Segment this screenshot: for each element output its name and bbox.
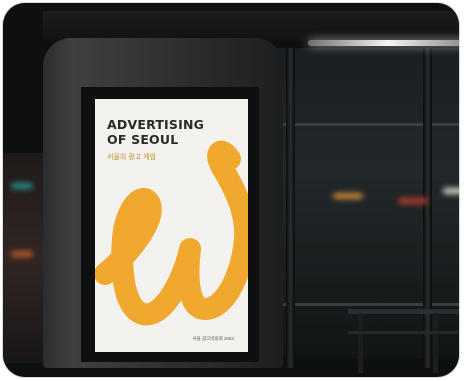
- bus-shelter-scene: ADVERTISING OF SEOUL 서울의 광고 게임 서울 광고박람회 …: [3, 3, 459, 377]
- poster-subtitle: 서울의 광고 게임: [107, 154, 156, 161]
- bench: [348, 309, 459, 373]
- shelter-roof: [43, 11, 459, 41]
- glass-post: [286, 48, 295, 368]
- poster-title: ADVERTISING OF SEOUL: [107, 117, 204, 147]
- street-light: [11, 183, 33, 189]
- poster-title-line1: ADVERTISING: [107, 117, 205, 132]
- poster-footer: 서울 광고박람회 2024: [192, 336, 235, 341]
- street-light: [333, 193, 363, 199]
- roof-light-strip: [308, 40, 459, 46]
- street-light: [11, 251, 33, 257]
- street-light: [443, 188, 459, 194]
- poster-title-line2: OF SEOUL: [107, 132, 179, 147]
- photo-frame: ADVERTISING OF SEOUL 서울의 광고 게임 서울 광고박람회 …: [3, 3, 459, 377]
- advertising-poster: ADVERTISING OF SEOUL 서울의 광고 게임 서울 광고박람회 …: [95, 99, 248, 352]
- street-light: [398, 198, 428, 204]
